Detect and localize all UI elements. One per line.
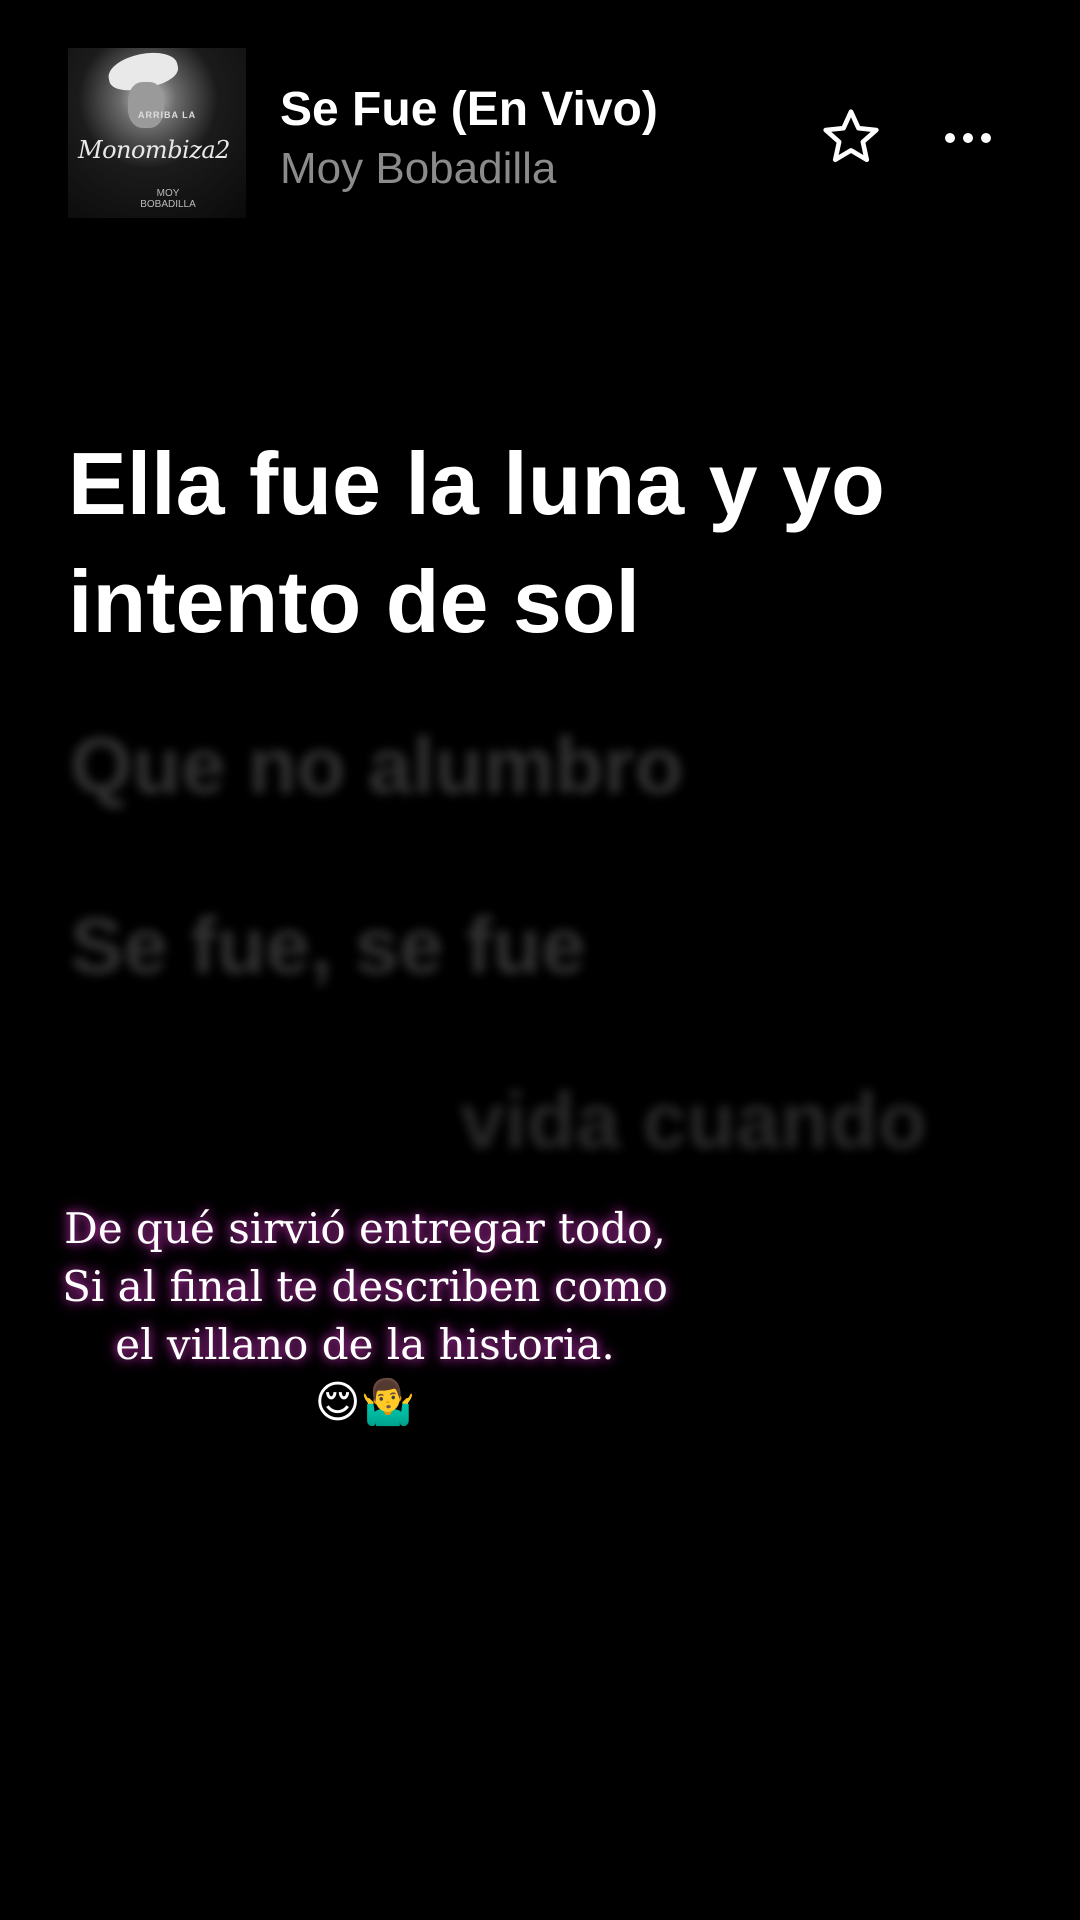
ellipsis-icon — [945, 133, 991, 143]
caption-line: De qué sirvió entregar todo, — [64, 1204, 666, 1253]
album-art-small-text: ARRIBA LA — [138, 110, 197, 120]
more-options-button[interactable] — [940, 118, 1000, 158]
album-art-title-text: Monombiza2 — [78, 136, 230, 164]
now-playing-header: ARRIBA LA Monombiza2 MOY BOBADILLA Se Fu… — [0, 0, 1080, 230]
caption-line: el villano de la historia. — [115, 1320, 615, 1369]
caption-line: Si al final te describen como — [62, 1262, 668, 1311]
favorite-button[interactable] — [820, 106, 882, 168]
lyric-line-active[interactable]: Ella fue la luna y yo intento de sol — [68, 425, 968, 661]
album-art[interactable]: ARRIBA LA Monombiza2 MOY BOBADILLA — [68, 48, 246, 218]
lyric-line-upcoming[interactable]: Se fue, se fue — [70, 900, 586, 992]
song-title[interactable]: Se Fue (En Vivo) — [280, 82, 658, 137]
relieved-face-and-shrug-emoji: 😌🤷‍♂️ — [314, 1378, 416, 1427]
lyric-line-upcoming[interactable]: Que no alumbro — [70, 720, 683, 812]
artist-name[interactable]: Moy Bobadilla — [280, 144, 556, 194]
star-icon — [823, 109, 879, 163]
caption-emojis: 😌🤷‍♂️ — [60, 1376, 670, 1430]
lyric-line-upcoming[interactable]: vida cuando — [460, 1075, 927, 1167]
album-art-face — [128, 82, 164, 128]
story-caption: De qué sirvió entregar todo, Si al final… — [60, 1200, 670, 1374]
album-art-bottom-text: MOY BOBADILLA — [140, 188, 196, 210]
